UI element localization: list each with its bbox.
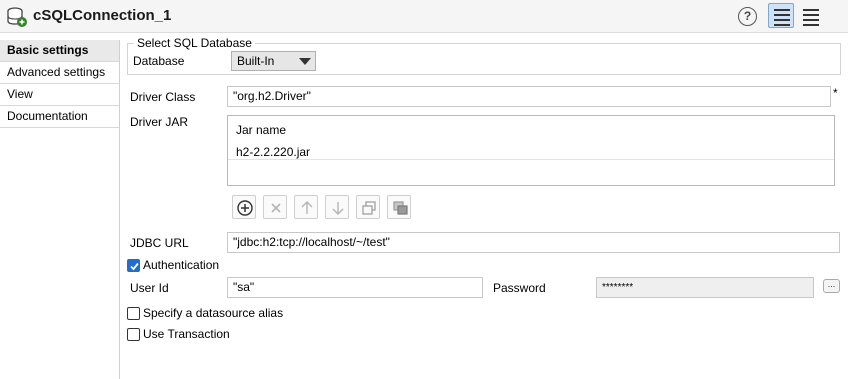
authentication-label: Authentication xyxy=(143,258,220,272)
jdbc-url-field[interactable]: "jdbc:h2:tcp://localhost/~/test" xyxy=(227,232,840,253)
paste-icon[interactable] xyxy=(387,195,411,219)
datasource-alias-label: Specify a datasource alias xyxy=(143,306,284,320)
move-down-icon[interactable] xyxy=(325,195,349,219)
component-title-bar: cSQLConnection_1 ? xyxy=(0,0,848,33)
jdbc-url-label: JDBC URL xyxy=(130,236,189,250)
driver-class-field[interactable]: "org.h2.Driver" xyxy=(227,86,831,107)
list-view-icon[interactable] xyxy=(797,3,823,28)
sidebar-item-documentation[interactable]: Documentation xyxy=(0,106,119,128)
table-row[interactable]: h2-2.2.220.jar xyxy=(236,145,310,159)
component-title: cSQLConnection_1 xyxy=(33,7,172,24)
dropdown-arrow-icon xyxy=(299,58,311,65)
driver-jar-table: Jar name h2-2.2.220.jar xyxy=(227,115,835,186)
jar-name-column-header[interactable]: Jar name xyxy=(236,123,286,137)
use-transaction-checkbox[interactable] xyxy=(127,328,140,341)
select-database-legend: Select SQL Database xyxy=(134,36,255,50)
sidebar-item-advanced-settings[interactable]: Advanced settings xyxy=(0,62,119,84)
remove-icon[interactable] xyxy=(263,195,287,219)
sidebar-item-view[interactable]: View xyxy=(0,84,119,106)
user-id-label: User Id xyxy=(130,281,169,295)
database-select[interactable]: Built-In xyxy=(231,51,316,71)
password-field[interactable]: ******** xyxy=(596,277,814,298)
copy-icon[interactable] xyxy=(356,195,380,219)
add-icon[interactable] xyxy=(232,195,256,219)
table-view-icon[interactable] xyxy=(768,3,794,28)
driver-jar-label: Driver JAR xyxy=(130,115,189,129)
authentication-checkbox[interactable] xyxy=(127,259,140,272)
required-marker: * xyxy=(833,86,838,100)
driver-class-label: Driver Class xyxy=(130,90,196,104)
user-id-field[interactable]: "sa" xyxy=(227,277,483,298)
password-edit-button[interactable]: ... xyxy=(823,279,840,293)
row-divider xyxy=(228,159,834,160)
use-transaction-label: Use Transaction xyxy=(143,327,230,341)
database-select-value: Built-In xyxy=(237,54,275,68)
move-up-icon[interactable] xyxy=(294,195,318,219)
help-icon[interactable]: ? xyxy=(738,7,757,26)
datasource-alias-checkbox[interactable] xyxy=(127,307,140,320)
sidebar-item-basic-settings[interactable]: Basic settings xyxy=(0,40,119,62)
database-label: Database xyxy=(133,54,185,68)
password-label: Password xyxy=(493,281,546,295)
settings-sidebar: Basic settings Advanced settings View Do… xyxy=(0,40,120,379)
database-icon xyxy=(6,6,28,28)
